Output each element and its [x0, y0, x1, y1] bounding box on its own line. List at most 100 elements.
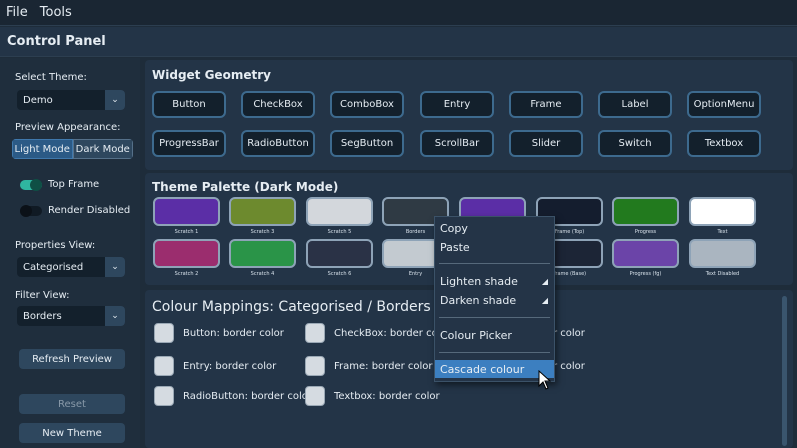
ctx-lighten-shade[interactable]: Lighten shade ◢	[435, 272, 554, 290]
palette-swatch-label: Scratch 4	[250, 271, 275, 277]
widget-button[interactable]: Switch	[598, 130, 672, 157]
theme-select-value: Demo	[23, 94, 53, 106]
widget-button[interactable]: Label	[598, 91, 672, 118]
palette-swatch[interactable]	[229, 197, 296, 226]
palette-swatch[interactable]	[612, 239, 679, 268]
appearance-segmented: Light Mode Dark Mode	[12, 139, 133, 159]
filter-view-select[interactable]: Borders ⌄	[17, 306, 125, 326]
palette-swatch-label: Scratch 3	[250, 229, 275, 235]
ctx-separator	[439, 263, 550, 264]
submenu-arrow-icon: ◢	[541, 295, 548, 305]
render-disabled-switch-row[interactable]: Render Disabled	[20, 204, 131, 217]
light-mode-button[interactable]: Light Mode	[12, 139, 73, 159]
palette-swatch[interactable]	[689, 197, 756, 226]
palette-swatch[interactable]	[689, 239, 756, 268]
context-menu: Copy Paste Lighten shade ◢ Darken shade …	[434, 216, 555, 382]
color-swatch-button[interactable]	[154, 323, 174, 343]
theme-palette-title: Theme Palette (Dark Mode)	[152, 180, 339, 194]
properties-view-select[interactable]: Categorised ⌄	[17, 257, 125, 277]
top-frame-label: Top Frame	[48, 179, 100, 190]
widget-button[interactable]: CheckBox	[241, 91, 315, 118]
palette-swatch-label: Scratch 5	[327, 229, 352, 235]
mapping-label: Textbox: border color	[334, 390, 440, 402]
widget-button[interactable]: Slider	[509, 130, 583, 157]
palette-swatch[interactable]	[306, 239, 373, 268]
mapping-row[interactable]: Textbox: border color	[305, 386, 440, 406]
ctx-darken-label: Darken shade	[440, 293, 517, 307]
properties-view-label: Properties View:	[15, 240, 96, 251]
mapping-label: RadioButton: border color	[183, 390, 312, 402]
menu-tools[interactable]: Tools	[40, 5, 72, 20]
mapping-label-partial: r color	[553, 328, 585, 339]
ctx-cascade-colour[interactable]: Cascade colour	[435, 360, 554, 378]
palette-swatch-label: Scratch 6	[327, 271, 352, 277]
new-theme-button[interactable]: New Theme	[19, 423, 125, 443]
properties-view-value: Categorised	[23, 261, 84, 273]
widget-button[interactable]: Entry	[420, 91, 494, 118]
chevron-down-icon[interactable]: ⌄	[105, 90, 125, 110]
widget-button[interactable]: Textbox	[687, 130, 761, 157]
palette-swatch-label: Scratch 1	[174, 229, 199, 235]
color-swatch-button[interactable]	[154, 386, 174, 406]
widget-button[interactable]: RadioButton	[241, 130, 315, 157]
colour-mappings-title: Colour Mappings: Categorised / Borders	[152, 299, 431, 315]
ctx-separator	[439, 352, 550, 353]
widget-button[interactable]: Button	[152, 91, 226, 118]
render-disabled-switch[interactable]	[20, 204, 42, 217]
select-theme-label: Select Theme:	[15, 72, 87, 83]
menu-bar: File Tools	[0, 0, 797, 26]
palette-swatch-label: Progress (fg)	[629, 271, 662, 277]
palette-swatch[interactable]	[229, 239, 296, 268]
mapping-row[interactable]: RadioButton: border color	[154, 386, 312, 406]
palette-swatch[interactable]	[612, 197, 679, 226]
reset-button[interactable]: Reset	[19, 394, 125, 414]
switch-knob	[20, 204, 32, 217]
chevron-down-icon[interactable]: ⌄	[105, 306, 125, 326]
window-title-bar: Control Panel	[0, 27, 797, 57]
palette-swatch[interactable]	[306, 197, 373, 226]
palette-swatch[interactable]	[153, 197, 220, 226]
palette-swatch-label: Scratch 2	[174, 271, 199, 277]
color-swatch-button[interactable]	[154, 356, 174, 376]
mapping-label: Frame: border color	[334, 360, 433, 372]
mappings-scrollbar[interactable]	[782, 296, 787, 446]
mapping-row[interactable]: CheckBox: border color	[305, 323, 451, 343]
color-swatch-button[interactable]	[305, 386, 325, 406]
color-swatch-button[interactable]	[305, 356, 325, 376]
widget-button[interactable]: SegButton	[330, 130, 404, 157]
widget-button[interactable]: OptionMenu	[687, 91, 761, 118]
ctx-lighten-label: Lighten shade	[440, 274, 518, 288]
dark-mode-button[interactable]: Dark Mode	[72, 139, 133, 159]
color-swatch-button[interactable]	[305, 323, 325, 343]
render-disabled-label: Render Disabled	[48, 205, 131, 216]
palette-swatch[interactable]	[153, 239, 220, 268]
top-frame-switch[interactable]	[20, 178, 42, 191]
ctx-paste[interactable]: Paste	[435, 238, 554, 256]
ctx-colour-picker[interactable]: Colour Picker	[435, 326, 554, 344]
switch-knob	[30, 178, 42, 191]
ctx-separator	[439, 317, 550, 318]
mapping-row[interactable]: Frame: border color	[305, 356, 433, 376]
preview-appearance-label: Preview Appearance:	[15, 122, 121, 133]
palette-swatch-label: Text	[717, 229, 728, 235]
widget-button[interactable]: ProgressBar	[152, 130, 226, 157]
mapping-row[interactable]: Entry: border color	[154, 356, 276, 376]
theme-select[interactable]: Demo ⌄	[17, 90, 125, 110]
refresh-preview-button[interactable]: Refresh Preview	[19, 349, 125, 369]
mouse-pointer-icon	[538, 370, 552, 390]
ctx-darken-shade[interactable]: Darken shade ◢	[435, 291, 554, 309]
widget-button[interactable]: ComboBox	[330, 91, 404, 118]
widget-button[interactable]: Frame	[509, 91, 583, 118]
filter-view-label: Filter View:	[15, 290, 70, 301]
widget-button[interactable]: ScrollBar	[420, 130, 494, 157]
palette-swatch-label: Text Disabled	[705, 271, 740, 277]
ctx-copy[interactable]: Copy	[435, 219, 554, 237]
sidebar: Select Theme: Demo ⌄ Preview Appearance:…	[0, 58, 140, 448]
top-frame-switch-row[interactable]: Top Frame	[20, 178, 100, 191]
widget-geometry-title: Widget Geometry	[152, 68, 271, 82]
submenu-arrow-icon: ◢	[541, 276, 548, 286]
chevron-down-icon[interactable]: ⌄	[105, 257, 125, 277]
mapping-row[interactable]: Button: border color	[154, 323, 284, 343]
window-title: Control Panel	[7, 34, 106, 49]
menu-file[interactable]: File	[6, 5, 28, 20]
